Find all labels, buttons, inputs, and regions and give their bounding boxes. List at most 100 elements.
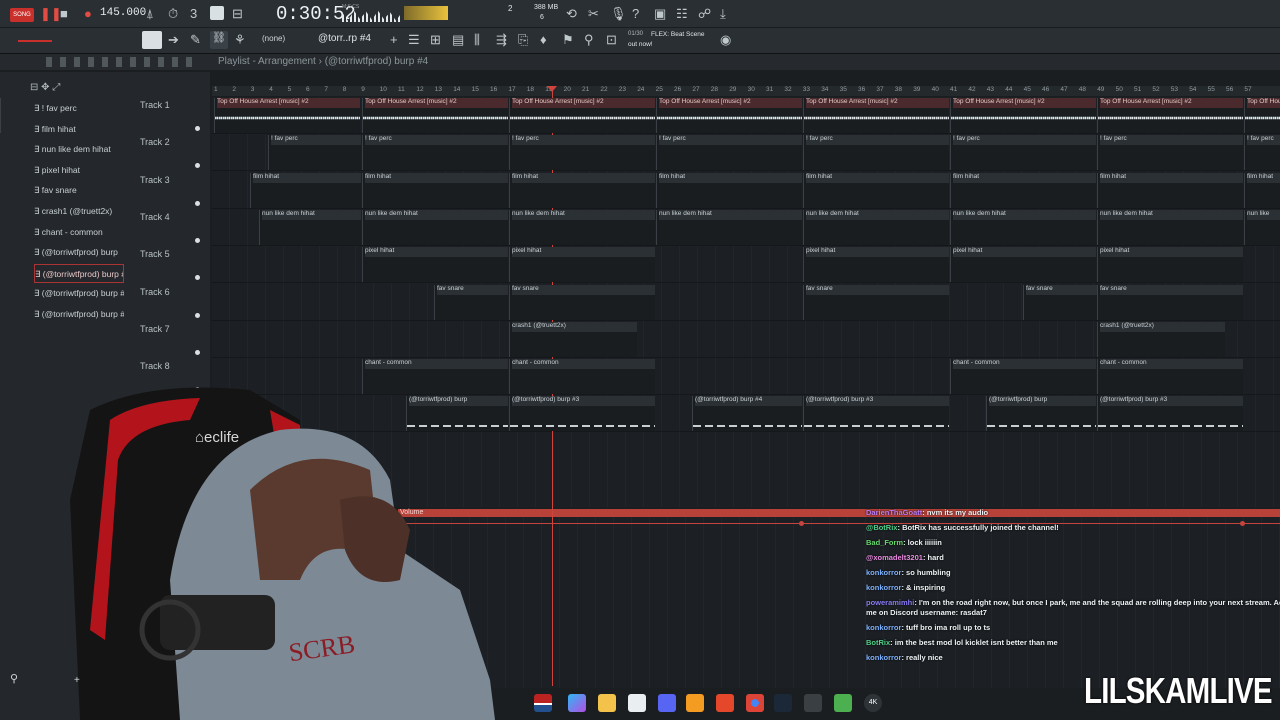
audio-clip[interactable]: Top Off House Arrest [music] #2 (1097, 98, 1243, 133)
pattern-clip[interactable]: (@torriwtfprod) burp (406, 396, 508, 432)
copilot-icon[interactable] (568, 694, 586, 712)
audio-clip[interactable]: Top Off (0, 98, 1, 133)
pattern-tools-icon[interactable]: ☰ (408, 32, 420, 48)
red-slider[interactable] (18, 40, 52, 42)
snap-selector[interactable]: (none) (262, 34, 285, 43)
pattern-clip[interactable]: (@torriwtfprod) burp #3 (803, 396, 949, 432)
chat-username[interactable]: BotRix (866, 638, 890, 647)
arrow-icon[interactable]: ➔ (168, 32, 179, 48)
track-header-label[interactable]: Track 6 (140, 287, 170, 297)
picker-item[interactable]: ∃ (@torriwtfprod) burp #3 (34, 305, 124, 324)
pattern-clip[interactable]: nun like dem hihat (509, 209, 655, 245)
playlist-tools[interactable] (46, 57, 196, 67)
plug-icon[interactable]: ⚑ (562, 32, 574, 48)
audio-clip[interactable]: Top Off House Arrest [music] #2 (1244, 98, 1280, 133)
pattern-clip[interactable]: ! fav perc (950, 135, 1096, 171)
pattern-clip[interactable]: (@torriwtfprod) burp (986, 396, 1096, 432)
chat-username[interactable]: poweramimhi (866, 598, 914, 607)
picker-item[interactable]: ∃ chant - common (34, 223, 124, 242)
picker-item[interactable]: ∃ ! fav perc (34, 99, 124, 118)
pattern-clip[interactable]: film hihat (1244, 172, 1280, 208)
audio-clip[interactable]: Top Off House Arrest [music] #2 (803, 98, 949, 133)
pattern-clip[interactable]: nun like dem hihat (362, 209, 508, 245)
chat-username[interactable]: DarienThaGoatt (866, 508, 922, 517)
step-icon[interactable]: 3 (190, 6, 197, 22)
wand-icon[interactable]: ⚲ (584, 32, 594, 48)
folder-icon[interactable] (598, 694, 616, 712)
pattern-clip[interactable]: ! fav perc (268, 135, 361, 171)
chrome-icon[interactable] (746, 694, 764, 712)
cut-icon[interactable]: ✂ (588, 6, 599, 22)
track-header-label[interactable]: Track 7 (140, 324, 170, 334)
picker-item[interactable]: ∃ (@torriwtfprod) burp #4 (34, 263, 124, 283)
pattern-clip[interactable]: fav snare (1097, 284, 1243, 320)
browser-icon[interactable]: ⇶ (496, 32, 507, 48)
clipboard-icon[interactable]: ⎘ (518, 32, 528, 48)
picker-item[interactable]: ∃ (@torriwtfprod) burp #2 (34, 284, 124, 303)
pattern-clip[interactable]: fav snare (1023, 284, 1097, 320)
pattern-clip[interactable]: (@torriwtfprod) burp #4 (692, 396, 802, 432)
audio-clip[interactable]: Top Off House Arrest [music] #2 (214, 98, 360, 133)
download-icon[interactable]: ⤓ (720, 6, 726, 22)
audio-clip[interactable]: Top Off House Arrest [music] #2 (656, 98, 802, 133)
track-header-label[interactable]: Track 2 (140, 137, 170, 147)
pattern-clip[interactable]: nun like dem hihat (656, 209, 802, 245)
typing-keyboard-button[interactable] (210, 6, 224, 20)
picker-item[interactable]: ∃ pixel hihat (34, 161, 124, 180)
pattern-clip[interactable]: film hihat (509, 172, 655, 208)
pattern-clip[interactable]: film hihat (656, 172, 802, 208)
brush-icon[interactable]: ⚘ (234, 32, 246, 48)
pattern-clip[interactable]: (@torriwtfprod) burp #3 (509, 396, 655, 432)
master-volume-meter[interactable] (404, 6, 448, 20)
save-icon[interactable]: ▣ (654, 6, 666, 22)
metronome-icon[interactable]: ⍋ (146, 6, 154, 22)
app-icon[interactable] (804, 694, 822, 712)
pattern-clip[interactable]: film hihat (1097, 172, 1243, 208)
playlist-icon[interactable]: ⊞ (430, 32, 441, 48)
pattern-clip[interactable]: nun like dem hihat (1097, 209, 1243, 245)
song-mode-button[interactable]: SONG (10, 8, 34, 22)
add-pattern-icon[interactable]: + (390, 32, 398, 48)
pattern-clip[interactable]: pixel hihat (362, 247, 508, 283)
piano-icon[interactable] (142, 31, 162, 49)
track-enable-led[interactable] (195, 200, 200, 206)
render-icon[interactable]: ⊡ (606, 32, 617, 48)
news-subtitle[interactable]: out now! (628, 41, 653, 48)
pattern-clip[interactable]: pixel hihat (803, 247, 949, 283)
picker-item[interactable]: ∃ (@torriwtfprod) burp (34, 243, 124, 262)
track-enable-led[interactable] (195, 237, 200, 243)
picker-item[interactable]: ∃ nun like dem hihat (34, 140, 124, 159)
pattern-clip[interactable]: ! fav perc (1244, 135, 1280, 171)
track-header-label[interactable]: Track 5 (140, 249, 170, 259)
audio-clip[interactable]: Top Off House Arrest [music] #2 (509, 98, 655, 133)
pattern-clip[interactable]: crash1 (@truett2x) (1097, 321, 1225, 357)
pattern-number[interactable]: 2 (508, 4, 512, 13)
track-enable-led[interactable] (195, 349, 200, 355)
pattern-clip[interactable]: fav snare (803, 284, 949, 320)
flag-icon[interactable] (534, 694, 552, 712)
record-icon[interactable]: ● (84, 6, 92, 22)
picker-item[interactable]: ∃ fav snare (34, 181, 124, 200)
pattern-clip[interactable]: crash1 (@truett2x) (509, 321, 637, 357)
mixer-faders-icon[interactable]: ⫼ (474, 32, 480, 48)
undo-icon[interactable]: ⟲ (566, 6, 577, 22)
pattern-clip[interactable]: film hihat (250, 172, 361, 208)
pattern-clip[interactable]: ! fav perc (656, 135, 802, 171)
audio-clip[interactable]: Top Off House Arrest [music] #2 (362, 98, 508, 133)
link-icon[interactable]: ⛓ (210, 31, 228, 49)
picker-item[interactable]: ∃ film hihat (34, 120, 124, 139)
pattern-clip[interactable]: chant - common (1097, 359, 1243, 395)
picker-toolbar[interactable]: ⊟ ✥ ⤢ (30, 82, 120, 93)
pattern-clip[interactable]: chant - common (509, 359, 655, 395)
pattern-clip[interactable]: ! fav perc (362, 135, 508, 171)
picker-item[interactable]: ∃ crash1 (@truett2x) (34, 202, 124, 221)
automation-point[interactable] (799, 521, 804, 526)
globe-icon[interactable]: ◉ (720, 32, 731, 48)
pattern-clip[interactable]: chant - common (362, 359, 508, 395)
pattern-clip[interactable]: ! fav perc (803, 135, 949, 171)
news-title[interactable]: FLEX: Beat Scene (651, 31, 704, 38)
pattern-clip[interactable]: nun like dem hihat (259, 209, 361, 245)
pause-icon[interactable]: ❚❚ (40, 6, 62, 22)
pattern-clip[interactable]: pixel hihat (1097, 247, 1243, 283)
add-icon[interactable]: + (74, 675, 80, 686)
